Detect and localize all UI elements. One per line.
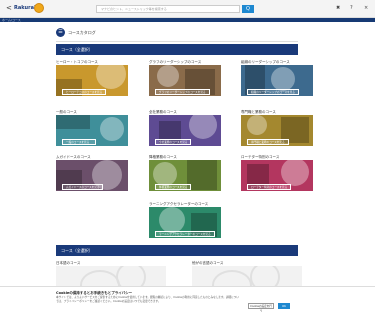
brand-logo <box>34 3 44 13</box>
course-card: グラフのリーダーシップのコース グラフのリーダーシップのコースを見る <box>149 60 221 96</box>
course-thumbnail: 組織のリーダーシップのコースを見る <box>241 65 313 96</box>
course-button[interactable]: ムガイドースのコースを見る <box>62 184 104 190</box>
course-card: ヒーロー・トコフのコース ヒーローテコスのコースを見る <box>56 60 128 96</box>
divider <box>56 41 298 42</box>
course-card: ムガイドースのコース ムガイドースのコースを見る <box>56 155 128 191</box>
search-input[interactable]: マナビのヒント、ニューストリック等を検索する <box>96 5 240 13</box>
course-thumbnail: ローテター特別のコースを見る <box>241 160 313 191</box>
course-thumbnail: グラフのリーダーシップのコースを見る <box>149 65 221 96</box>
section-header: コース（全選択） <box>56 44 298 55</box>
cookie-settings-button[interactable]: Cookieの設定を行う <box>248 303 274 312</box>
section-title: コース（全選択） <box>61 47 93 52</box>
course-card: 一般のコース 一般のコースを見る <box>56 110 128 146</box>
back-icon[interactable]: < <box>6 5 12 12</box>
course-button[interactable]: ヒーローテコスのコースを見る <box>62 89 107 95</box>
section-header: コース（全選択） <box>56 245 298 256</box>
course-button[interactable]: ローテター特別のコースを見る <box>247 184 292 190</box>
course-card: ローテター特別のコース ローテター特別のコースを見る <box>241 155 313 191</box>
course-button[interactable]: 全社業務のコースを見る <box>155 139 192 145</box>
language-card: 他がの言語のコース <box>192 261 302 288</box>
close-icon[interactable]: × <box>364 5 368 11</box>
course-card: 全社業務のコース 全社業務のコースを見る <box>149 110 221 146</box>
catalog-icon: ☰ <box>56 28 65 37</box>
cookie-accept-button[interactable]: OK <box>278 303 290 309</box>
search-button[interactable]: Q <box>242 5 254 13</box>
course-thumbnail[interactable] <box>192 266 302 288</box>
page-title: コースカタログ <box>68 30 96 35</box>
help-icon[interactable]: ? <box>350 5 353 11</box>
language-card: 日本語のコース <box>56 261 166 288</box>
course-thumbnail: ラーニングアクセラレーターのコースを見る <box>149 207 221 238</box>
breadcrumb[interactable]: ホーム/コース <box>2 18 21 22</box>
course-button[interactable]: 専門職と業務のコースを見る <box>247 139 289 145</box>
course-thumbnail[interactable] <box>56 266 166 288</box>
course-card: 組織のリーダーシップのコース 組織のリーダーシップのコースを見る <box>241 60 313 96</box>
navbar: ホーム/コース <box>0 18 375 22</box>
cookie-banner: Cookieの保持するとお手続きもとプライバシー 本サイトでは、よりよいサービス… <box>0 286 375 312</box>
course-button[interactable]: ラーニングアクセラレーターのコースを見る <box>155 231 215 237</box>
course-thumbnail: 一般のコースを見る <box>56 115 128 146</box>
course-button[interactable]: 一般のコースを見る <box>62 139 96 145</box>
course-thumbnail: ヒーローテコスのコースを見る <box>56 65 128 96</box>
section-title: コース（全選択） <box>61 248 93 253</box>
course-thumbnail: ムガイドースのコースを見る <box>56 160 128 191</box>
course-button[interactable]: 組織のリーダーシップのコースを見る <box>247 89 299 95</box>
course-card: 専門職と業務のコース 専門職と業務のコースを見る <box>241 110 313 146</box>
course-thumbnail: 全社業務のコースを見る <box>149 115 221 146</box>
bell-icon[interactable]: ✖ <box>336 5 340 11</box>
course-thumbnail: 降格業務のコースを見る <box>149 160 221 191</box>
course-thumbnail: 専門職と業務のコースを見る <box>241 115 313 146</box>
course-button[interactable]: グラフのリーダーシップのコースを見る <box>155 89 210 95</box>
browser-toolbar: < Rakuraku マナビのヒント、ニューストリック等を検索する Q ✖ ? … <box>0 0 375 18</box>
course-button[interactable]: 降格業務のコースを見る <box>155 184 192 190</box>
cookie-text: 本サイトでは、よりよいサービスをご提供するためにCookieを使用しています。閲… <box>56 296 239 303</box>
course-card: ラーニングアクセラレーターのコース ラーニングアクセラレーターのコースを見る <box>149 202 221 238</box>
course-card: 降格業務のコース 降格業務のコースを見る <box>149 155 221 191</box>
